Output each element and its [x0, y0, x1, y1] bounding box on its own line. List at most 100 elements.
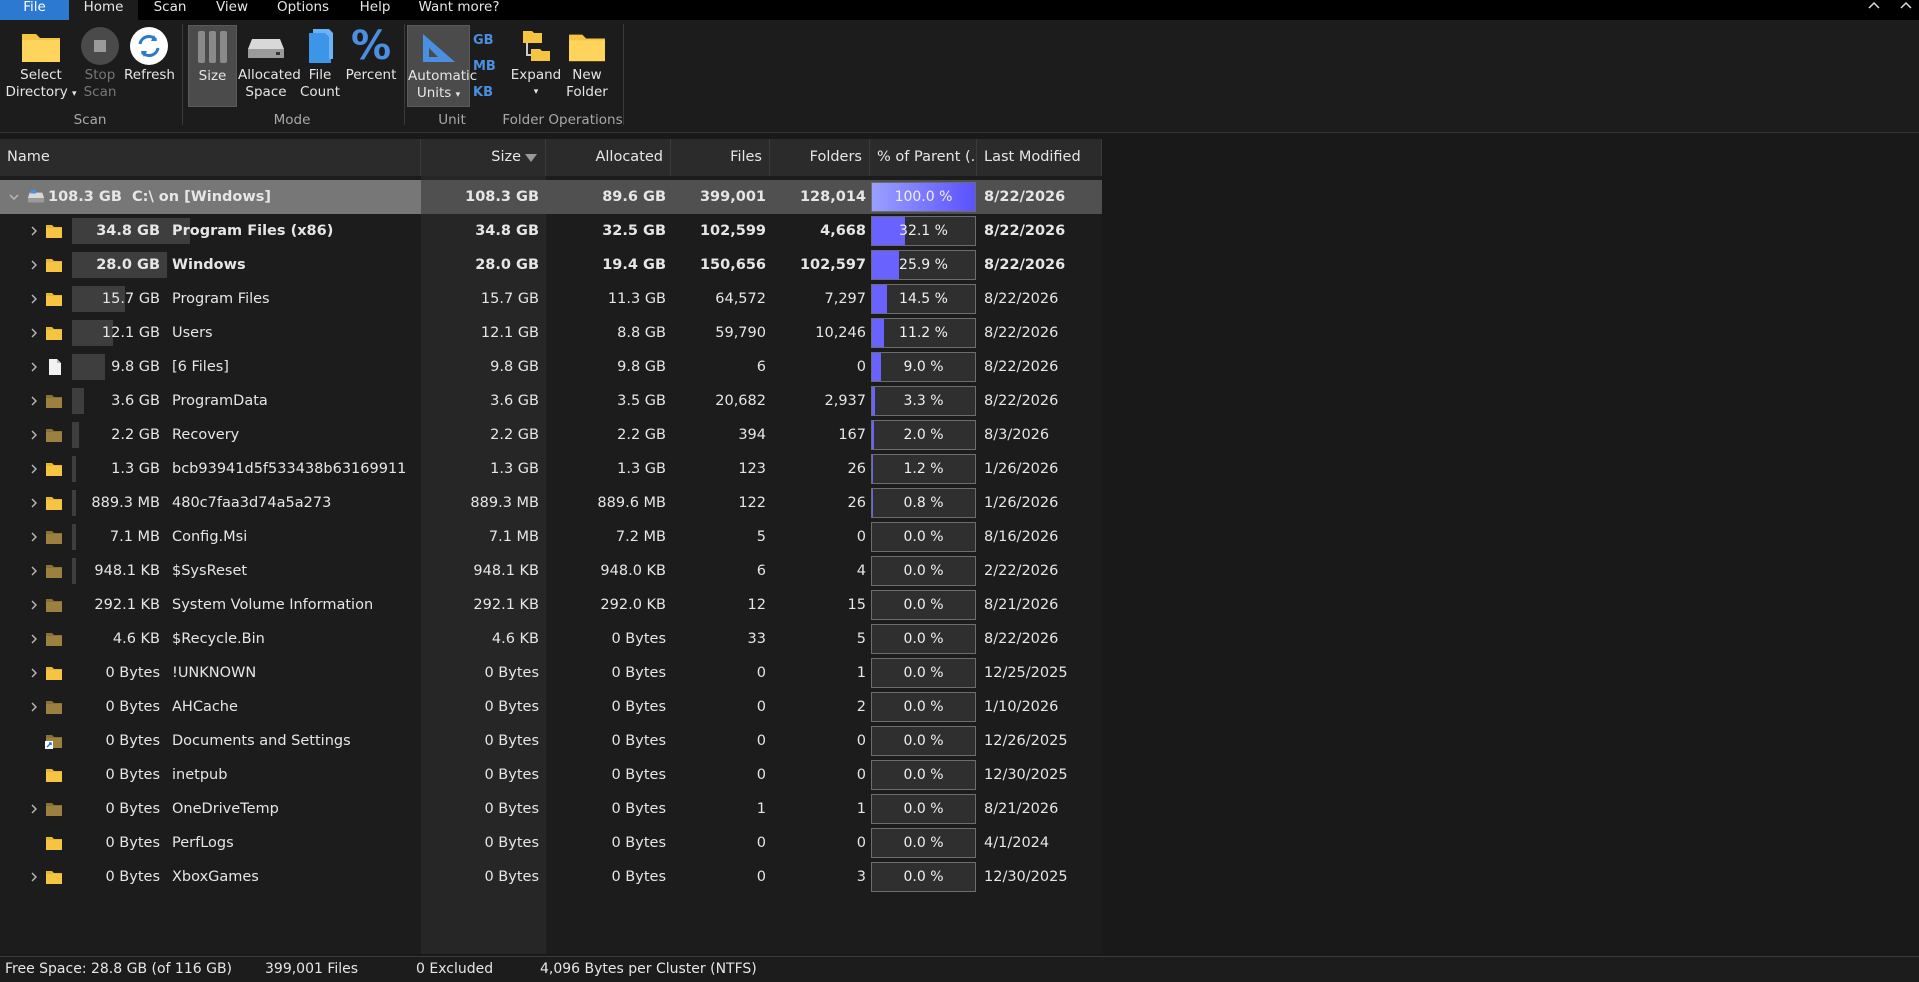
expand-chevron-icon[interactable] [29, 600, 39, 610]
row-allocated: 1.3 GB [617, 461, 666, 477]
menu-options[interactable]: Options [262, 0, 344, 20]
file-count-icon [309, 29, 333, 63]
row-folders: 0 [856, 359, 866, 375]
expand-chevron-icon[interactable] [29, 634, 39, 644]
tree-row[interactable]: 0 Bytes OneDriveTemp 0 Bytes 0 Bytes 1 1 0.0 %… [0, 792, 1102, 826]
tree-row[interactable]: 292.1 KB System Volume Information 292.1 K… [0, 588, 1102, 622]
expand-chevron-icon[interactable] [29, 702, 39, 712]
column-header-files[interactable]: Files [671, 139, 770, 176]
tree-row[interactable]: 7.1 MB Config.Msi 7.1 MB 7.2 MB 5 0 0.0 % 8/16/… [0, 520, 1102, 554]
menu-home[interactable]: Home [69, 0, 138, 20]
row-percent: 0.0 % [903, 767, 944, 783]
row-last-modified: 1/10/2026 [984, 699, 1059, 715]
row-allocated: 889.6 MB [597, 495, 666, 511]
tree-row[interactable]: 1.3 GB bcb93941d5f533438b63169911 1.3 GB 1.… [0, 452, 1102, 486]
row-size-label: 0 Bytes [105, 801, 160, 817]
unit-gb-button[interactable]: GB [473, 33, 494, 48]
tree-root-row[interactable]: 108.3 GB C:\ on [Windows] 108.3 GB 89.6 GB 3… [0, 180, 1102, 214]
percent-of-parent-bar: 100.0 % [871, 182, 976, 212]
column-header-folders[interactable]: Folders [770, 139, 870, 176]
tree-row[interactable]: 948.1 KB $SysReset 948.1 KB 948.0 KB 6 4 0.0 %… [0, 554, 1102, 588]
tree-row[interactable]: 15.7 GB Program Files 15.7 GB 11.3 GB 64,572… [0, 282, 1102, 316]
tree-row[interactable]: 34.8 GB Program Files (x86) 34.8 GB 32.5 GB… [0, 214, 1102, 248]
column-header-allocated[interactable]: Allocated [546, 139, 671, 176]
automatic-units-label-2: Units [416, 85, 452, 101]
ruler-triangle-icon [422, 34, 455, 62]
expand-chevron-icon[interactable] [29, 668, 39, 678]
allocated-space-button[interactable]: Allocated Space [238, 25, 301, 107]
expand-chevron-icon[interactable] [29, 566, 39, 576]
row-files: 1 [756, 801, 766, 817]
row-name: Recovery [172, 427, 240, 443]
row-size: 0 Bytes [484, 767, 539, 783]
column-header-percent-of-parent[interactable]: % of Parent (... [870, 139, 977, 176]
automatic-units-button[interactable]: Automatic Units ▾ [407, 25, 478, 107]
expand-chevron-icon[interactable] [29, 328, 39, 338]
menu-scan[interactable]: Scan [138, 0, 202, 20]
menu-file[interactable]: File [0, 0, 69, 20]
percent-of-parent-bar: 25.9 % [871, 250, 976, 280]
percent-button[interactable]: % Percent [345, 25, 397, 107]
tree-row[interactable]: 28.0 GB Windows 28.0 GB 19.4 GB 150,656 102,5… [0, 248, 1102, 282]
expand-chevron-icon[interactable] [29, 872, 39, 882]
row-name: PerfLogs [172, 835, 234, 851]
tree-row[interactable]: 2.2 GB Recovery 2.2 GB 2.2 GB 394 167 2.0 % 8/3… [0, 418, 1102, 452]
tree-row[interactable]: 9.8 GB [6 Files] 9.8 GB 9.8 GB 6 0 9.0 % 8/22/2… [0, 350, 1102, 384]
expand-chevron-icon[interactable] [29, 294, 39, 304]
tree-row[interactable]: 889.3 MB 480c7faa3d74a5a273 889.3 MB 889.6 … [0, 486, 1102, 520]
percent-of-parent-bar: 0.0 % [871, 726, 976, 756]
expand-chevron-icon[interactable] [29, 498, 39, 508]
row-allocated: 0 Bytes [611, 801, 666, 817]
menu-want-more[interactable]: Want more? [406, 0, 512, 20]
percent-of-parent-bar: 0.0 % [871, 624, 976, 654]
row-last-modified: 8/21/2026 [984, 801, 1059, 817]
column-header-name[interactable]: Name [0, 139, 421, 176]
row-name: Windows [172, 257, 246, 273]
size-mode-label: Size [198, 68, 227, 84]
tree-row[interactable]: 3.6 GB ProgramData 3.6 GB 3.5 GB 20,682 2,937… [0, 384, 1102, 418]
row-size-label: 28.0 GB [96, 257, 160, 273]
tree-row[interactable]: 0 Bytes AHCache 0 Bytes 0 Bytes 0 2 0.0 % 1/10/… [0, 690, 1102, 724]
file-count-label-2: Count [299, 84, 341, 100]
tree-row[interactable]: 4.6 KB $Recycle.Bin 4.6 KB 0 Bytes 33 5 0.0 % 8… [0, 622, 1102, 656]
tree-row[interactable]: 0 Bytes Documents and Settings 0 Bytes 0 By… [0, 724, 1102, 758]
menu-view[interactable]: View [202, 0, 262, 20]
menu-help[interactable]: Help [344, 0, 406, 20]
expand-chevron-icon[interactable] [29, 260, 39, 270]
stop-scan-button[interactable]: Stop Scan [78, 25, 122, 107]
expand-chevron-icon[interactable] [29, 362, 39, 372]
row-folders: 167 [838, 427, 866, 443]
unit-kb-button[interactable]: KB [473, 85, 493, 100]
expand-chevron-icon[interactable] [29, 804, 39, 814]
expand-chevron-icon[interactable] [29, 430, 39, 440]
column-header-last-modified[interactable]: Last Modified [977, 139, 1102, 176]
row-size: 0 Bytes [484, 665, 539, 681]
expand-chevron-icon[interactable] [29, 396, 39, 406]
row-files: 0 [756, 869, 766, 885]
row-size: 948.1 KB [473, 563, 539, 579]
automatic-units-label-1: Automatic [408, 68, 478, 84]
expand-chevron-icon[interactable] [29, 464, 39, 474]
tree-row[interactable]: 12.1 GB Users 12.1 GB 8.8 GB 59,790 10,246 11.… [0, 316, 1102, 350]
collapse-ribbon-icon[interactable] [1900, 0, 1912, 12]
row-size-label: 108.3 GB [48, 189, 122, 205]
row-size: 4.6 KB [491, 631, 539, 647]
tree-row[interactable]: 0 Bytes !UNKNOWN 0 Bytes 0 Bytes 0 1 0.0 % 12/2… [0, 656, 1102, 690]
select-directory-button[interactable]: Select Directory ▾ [4, 25, 78, 107]
tree-row[interactable]: 0 Bytes inetpub 0 Bytes 0 Bytes 0 0 0.0 % 12/30… [0, 758, 1102, 792]
new-folder-button[interactable]: New Folder [563, 25, 611, 107]
tree-row[interactable]: 0 Bytes XboxGames 0 Bytes 0 Bytes 0 3 0.0 % 12/… [0, 860, 1102, 894]
collapse-chevron-icon[interactable] [9, 192, 19, 202]
file-count-button[interactable]: File Count [297, 25, 343, 107]
expand-button[interactable]: Expand ▾ [510, 25, 562, 107]
percent-label: Percent [345, 67, 397, 83]
refresh-label: Refresh [124, 67, 175, 83]
expand-chevron-icon[interactable] [29, 532, 39, 542]
size-mode-button[interactable]: Size [188, 25, 237, 107]
unit-mb-button[interactable]: MB [473, 59, 496, 74]
percent-of-parent-bar: 0.0 % [871, 862, 976, 892]
expand-chevron-icon[interactable] [29, 226, 39, 236]
refresh-button[interactable]: Refresh [124, 25, 175, 107]
tree-row[interactable]: 0 Bytes PerfLogs 0 Bytes 0 Bytes 0 0 0.0 % 4/1/… [0, 826, 1102, 860]
collapse-ribbon-icon[interactable] [1868, 0, 1880, 12]
